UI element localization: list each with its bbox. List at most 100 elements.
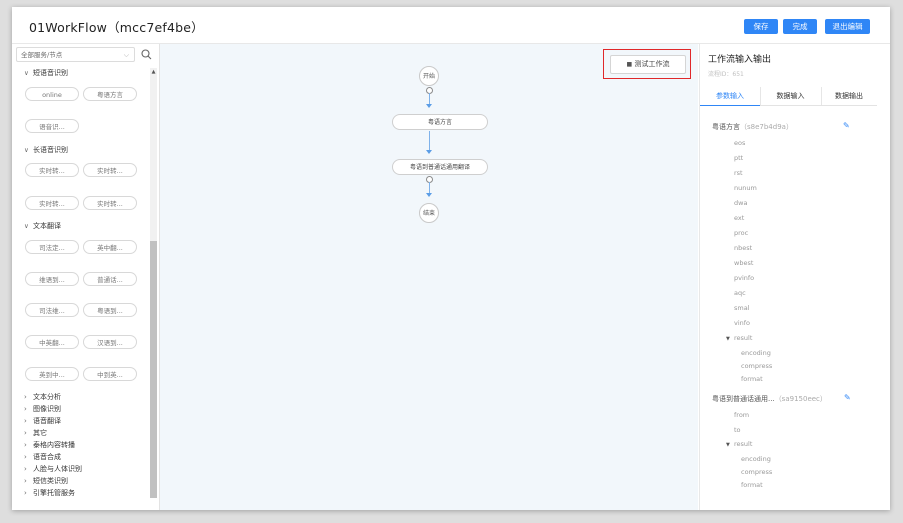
tab-data-input[interactable]: 数据输入 [760,87,822,105]
scrollbar-thumb[interactable] [150,241,157,498]
chevron-right-icon: › [24,465,27,473]
category-long-speech[interactable]: ∨ 长语音识别 [24,145,68,155]
chevron-right-icon: › [24,441,27,449]
section-name: 粤语到普通话通用... [712,395,775,403]
param-leaf[interactable]: ext [734,214,744,222]
tab-data-output[interactable]: 数据输出 [821,87,877,105]
node-pill[interactable]: 司法维... [25,303,79,317]
category-content-broadcast[interactable]: › 泰格内容转播 [24,440,75,450]
tab-param-input[interactable]: 参数输入 [700,87,761,105]
flask-icon: ■ [626,61,633,68]
category-engine-hosting[interactable]: › 引擎托管服务 [24,488,75,498]
chevron-down-icon: ⌵ [123,51,129,59]
caret-down-icon[interactable]: ▼ [726,336,730,342]
category-image-recognition[interactable]: › 图像识别 [24,404,61,414]
node-pill[interactable]: 粤语到... [83,303,137,317]
node-pill[interactable]: 维语到... [25,272,79,286]
category-label: 短语音识别 [33,69,68,77]
arrow-down-icon [426,104,432,108]
node-pill[interactable]: 实时转... [25,196,79,210]
category-sms-recognition[interactable]: › 短信类识别 [24,476,68,486]
io-panel: 工作流输入输出 流程ID：651 参数输入 数据输入 数据输出 粤语方言（s8e… [699,44,890,510]
param-leaf[interactable]: encoding [741,455,771,463]
chevron-down-icon: ∨ [24,222,29,230]
category-speech-synthesis[interactable]: › 语音合成 [24,452,61,462]
param-leaf[interactable]: smal [734,304,750,312]
app-window: 01WorkFlow（mcc7ef4be） 保存 完成 退出编辑 全部服务/节点… [12,7,890,510]
search-button[interactable] [138,47,155,62]
node-pill[interactable]: 司法定... [25,240,79,254]
node-pill[interactable]: 英中翻... [83,240,137,254]
section-translate: 粤语到普通话通用...（sa9150eec） [712,394,827,404]
workflow-node-translate[interactable]: 粤语到普通话通用翻译 [392,159,488,175]
param-leaf[interactable]: compress [741,468,772,476]
param-leaf[interactable]: nbest [734,244,752,252]
done-button[interactable]: 完成 [783,19,817,34]
param-leaf[interactable]: nunum [734,184,757,192]
category-face-body[interactable]: › 人脸与人体识别 [24,464,82,474]
param-leaf[interactable]: to [734,426,741,434]
category-label: 语音翻译 [33,417,61,425]
param-leaf[interactable]: dwa [734,199,747,207]
chevron-right-icon: › [24,393,27,401]
param-leaf[interactable]: format [741,481,763,489]
param-group[interactable]: result [734,440,752,448]
param-leaf[interactable]: format [741,375,763,383]
category-other[interactable]: › 其它 [24,428,47,438]
param-leaf[interactable]: vinfo [734,319,750,327]
category-label: 文本翻译 [33,222,61,230]
category-speech-translate[interactable]: › 语音翻译 [24,416,61,426]
active-tab-indicator [700,105,760,106]
category-short-speech[interactable]: ∨ 短语音识别 [24,68,68,78]
param-leaf[interactable]: rst [734,169,743,177]
param-leaf[interactable]: wbest [734,259,753,267]
section-id: （sa9150eec） [774,395,827,403]
category-label: 长语音识别 [33,146,68,154]
save-button[interactable]: 保存 [744,19,778,34]
chevron-down-icon: ∨ [24,146,29,154]
param-leaf[interactable]: proc [734,229,748,237]
param-leaf[interactable]: from [734,411,749,419]
param-group[interactable]: result [734,334,752,342]
node-pill[interactable]: 英到中... [25,367,79,381]
node-pill[interactable]: 普通话... [83,272,137,286]
node-pill[interactable]: 粤语方言 [83,87,137,101]
test-workflow-button[interactable]: ■ 测试工作流 [610,55,686,74]
workflow-canvas[interactable]: ■ 测试工作流 开始 粤语方言 粤语到普通话通用翻译 结束 [160,44,698,510]
node-pill[interactable]: 语音识... [25,119,79,133]
chevron-right-icon: › [24,429,27,437]
category-text-translate[interactable]: ∨ 文本翻译 [24,221,61,231]
chevron-down-icon: ∨ [24,69,29,77]
end-node[interactable]: 结束 [419,203,439,223]
service-filter-select[interactable]: 全部服务/节点 ⌵ [16,47,135,62]
category-label: 短信类识别 [33,477,68,485]
search-icon [141,49,152,60]
chevron-right-icon: › [24,405,27,413]
param-leaf[interactable]: pvinfo [734,274,754,282]
node-pill[interactable]: 实时转... [25,163,79,177]
section-name: 粤语方言 [712,123,740,131]
param-leaf[interactable]: compress [741,362,772,370]
node-pill[interactable]: online [25,87,79,101]
param-leaf[interactable]: aqc [734,289,746,297]
edit-icon[interactable]: ✎ [844,393,851,402]
node-pill[interactable]: 实时转... [83,163,137,177]
param-leaf[interactable]: ptt [734,154,743,162]
scroll-up-icon[interactable]: ▲ [150,68,157,76]
edit-icon[interactable]: ✎ [843,121,850,130]
start-node[interactable]: 开始 [419,66,439,86]
param-leaf[interactable]: encoding [741,349,771,357]
param-leaf[interactable]: eos [734,139,745,147]
chevron-right-icon: › [24,453,27,461]
category-label: 图像识别 [33,405,61,413]
node-pill[interactable]: 实时转... [83,196,137,210]
node-pill[interactable]: 中到英... [83,367,137,381]
category-label: 泰格内容转播 [33,441,75,449]
test-workflow-label: 测试工作流 [634,60,670,68]
caret-down-icon[interactable]: ▼ [726,442,730,448]
category-text-analysis[interactable]: › 文本分析 [24,392,61,402]
node-pill[interactable]: 中英翻... [25,335,79,349]
workflow-node-cantonese[interactable]: 粤语方言 [392,114,488,130]
node-pill[interactable]: 汉语到... [83,335,137,349]
exit-edit-button[interactable]: 退出编辑 [825,19,870,34]
